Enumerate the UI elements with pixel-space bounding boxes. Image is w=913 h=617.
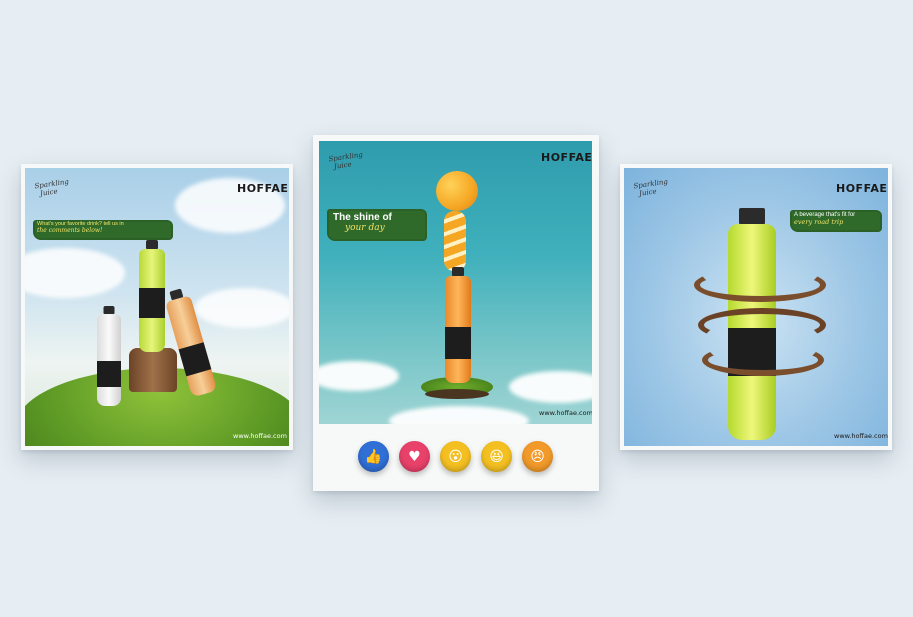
website-url: www.hoffae.com bbox=[233, 432, 287, 440]
wow-reaction-icon[interactable]: 😮 bbox=[440, 441, 471, 472]
headline-line2: your day bbox=[345, 223, 385, 233]
haha-reaction-icon[interactable]: 😆 bbox=[481, 441, 512, 472]
wood-stump bbox=[129, 348, 177, 392]
post-card-right[interactable]: Sparkling Juice HOFFAE A beverage that's… bbox=[620, 164, 892, 450]
post-card-center[interactable]: Sparkling Juice HOFFAE The shine of your… bbox=[313, 135, 599, 491]
post-image-right: Sparkling Juice HOFFAE A beverage that's… bbox=[624, 168, 888, 446]
angry-reaction-icon[interactable]: 😠 bbox=[522, 441, 553, 472]
post-card-left[interactable]: Sparkling Juice HOFFAE What's your favor… bbox=[21, 164, 293, 450]
haha-glyph: 😆 bbox=[489, 448, 504, 465]
website-url: www.hoffae.com bbox=[834, 432, 888, 440]
like-reaction-icon[interactable]: 👍 bbox=[358, 441, 389, 472]
wow-glyph: 😮 bbox=[448, 448, 463, 465]
headline-banner: What's your favorite drink? tell us in t… bbox=[33, 220, 173, 240]
website-url: www.hoffae.com bbox=[539, 409, 592, 417]
brand-logo: HOFFAE bbox=[836, 182, 888, 195]
angry-glyph: 😠 bbox=[530, 448, 545, 465]
bottle-orange bbox=[443, 267, 473, 383]
post-image-center: Sparkling Juice HOFFAE The shine of your… bbox=[319, 141, 592, 424]
headline-banner: A beverage that's fit for every road tri… bbox=[790, 210, 882, 232]
spiral-road bbox=[694, 268, 826, 302]
orange-peel-spiral bbox=[444, 211, 466, 271]
post-image-left: Sparkling Juice HOFFAE What's your favor… bbox=[25, 168, 289, 446]
script-logo: Sparkling Juice bbox=[633, 177, 669, 198]
bottle-clear bbox=[95, 306, 123, 406]
headline-line2: every road trip bbox=[794, 218, 844, 226]
brand-logo: HOFFAE bbox=[541, 151, 592, 164]
headline-line2: the comments below! bbox=[37, 227, 103, 234]
headline-line1: The shine of bbox=[333, 212, 392, 223]
love-reaction-icon[interactable]: ♥ bbox=[399, 441, 430, 472]
script-logo: Sparkling Juice bbox=[328, 150, 364, 171]
love-glyph: ♥ bbox=[408, 448, 421, 465]
headline-banner: The shine of your day bbox=[327, 209, 427, 241]
orange-fruit bbox=[436, 171, 478, 211]
script-logo: Sparkling Juice bbox=[34, 177, 70, 198]
brand-logo: HOFFAE bbox=[237, 182, 289, 195]
like-glyph: 👍 bbox=[364, 448, 383, 465]
